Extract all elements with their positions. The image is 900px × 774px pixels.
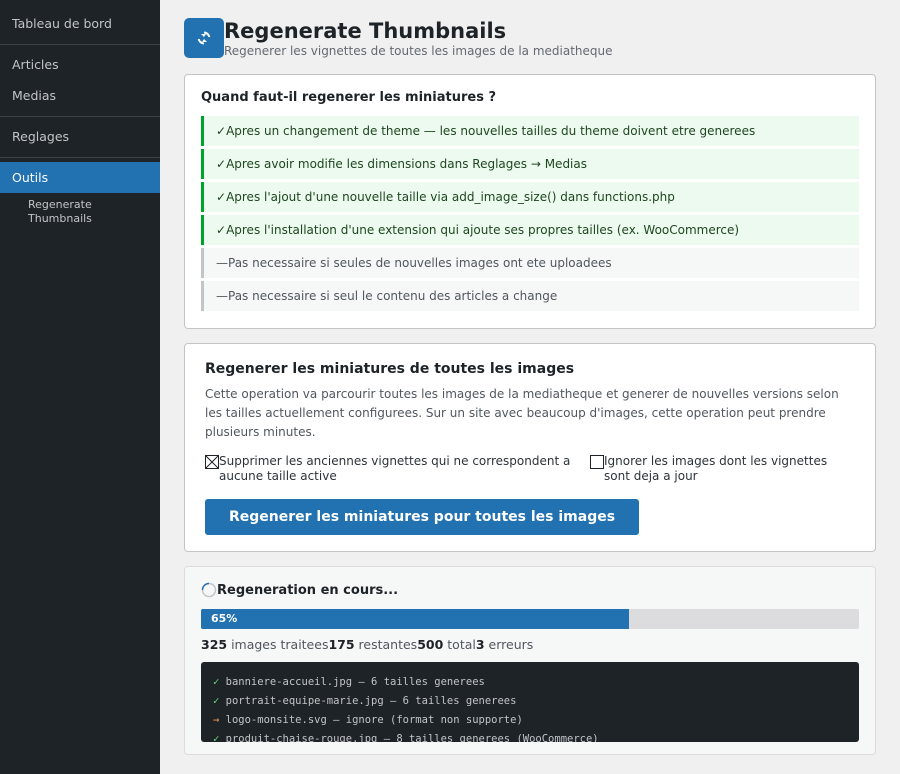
list-item: — Pas necessaire si seules de nouvelles i… <box>201 248 859 278</box>
remaining-count: 175 <box>328 637 355 652</box>
when-item-text: Apres avoir modifie les dimensions dans … <box>226 157 587 171</box>
sidebar-item-articles[interactable]: Articles <box>0 49 160 80</box>
when-item-text: Pas necessaire si seules de nouvelles im… <box>228 256 612 270</box>
total-label: total <box>443 637 476 652</box>
x-mark-icon <box>206 456 218 468</box>
regenerate-description: Cette operation va parcourir toutes les … <box>205 387 839 439</box>
sidebar-item-reglages[interactable]: Reglages <box>0 121 160 152</box>
when-item-text: Apres l'ajout d'une nouvelle taille via … <box>226 190 675 204</box>
error-count: 3 <box>475 637 485 652</box>
regenerate-all-button[interactable]: Regenerer les miniatures pour toutes les… <box>205 499 639 535</box>
progress-stats: 325 images traitees175 restantes500 tota… <box>201 637 859 653</box>
errors-label: erreurs <box>484 637 534 652</box>
list-item: ✓ Apres un changement de theme — les nouv… <box>201 116 859 146</box>
sidebar-separator <box>0 157 160 158</box>
progress-header: Regeneration en cours... <box>201 581 859 599</box>
sidebar-item-dashboard[interactable]: Tableau de bord <box>0 8 160 39</box>
log-text: portrait-equipe-marie.jpg — 6 tailles ge… <box>219 695 517 707</box>
log-line: → logo-monsite.svg — ignore (format non … <box>213 711 847 730</box>
page-header: Regenerate Thumbnails Regenerer les vign… <box>184 18 884 58</box>
sidebar-item-medias[interactable]: Medias <box>0 80 160 111</box>
progress-bar: 65% <box>201 609 859 629</box>
admin-sidebar: Tableau de bord Articles Medias Reglages… <box>0 0 160 774</box>
dash-icon: — <box>216 256 228 270</box>
dash-icon: — <box>216 289 228 303</box>
regenerate-card-title: Regenerer les miniatures de toutes les i… <box>205 361 575 377</box>
option-label: Ignorer les images dont les vignettes so… <box>604 454 828 483</box>
regeneration-log[interactable]: ✓ banniere-accueil.jpg — 6 tailles gener… <box>201 662 859 742</box>
main-content: Regenerate Thumbnails Regenerer les vign… <box>160 0 900 774</box>
sidebar-subitem-regenerate-thumbnails[interactable]: Regenerate Thumbnails <box>0 193 110 226</box>
list-item: ✓ Apres l'installation d'une extension qu… <box>201 215 859 245</box>
list-item: — Pas necessaire si seul le contenu des a… <box>201 281 859 311</box>
page-title: Regenerate Thumbnails <box>224 19 507 43</box>
page-subtitle: Regenerer les vignettes de toutes les im… <box>224 44 613 58</box>
processed-count: 325 <box>201 637 228 652</box>
regenerate-options: Supprimer les anciennes vignettes qui ne… <box>205 454 855 490</box>
check-icon: ✓ <box>216 124 227 138</box>
progress-bar-fill: 65% <box>201 609 629 629</box>
delete-old-checkbox[interactable] <box>205 455 219 469</box>
spinner-icon <box>201 582 217 598</box>
when-to-regenerate-card: Quand faut-il regenerer les miniatures ?… <box>184 74 876 329</box>
refresh-icon <box>184 18 224 58</box>
option-delete-old-thumbnails[interactable]: Supprimer les anciennes vignettes qui ne… <box>205 454 585 484</box>
when-item-text: Apres un changement de theme — les nouve… <box>226 124 756 138</box>
skip-existing-checkbox[interactable] <box>590 455 604 469</box>
check-icon: ✓ <box>216 190 227 204</box>
log-text: logo-monsite.svg — ignore (format non su… <box>219 714 523 726</box>
log-line: ✓ produit-chaise-rouge.jpg — 8 tailles g… <box>213 730 847 742</box>
processed-label: images traitees <box>227 637 329 652</box>
when-card-title: Quand faut-il regenerer les miniatures ? <box>201 90 497 105</box>
log-text: banniere-accueil.jpg — 6 tailles generee… <box>219 676 485 688</box>
progress-card: Regeneration en cours... 65% 325 images … <box>184 566 876 755</box>
sidebar-separator <box>0 44 160 45</box>
log-line: ✓ banniere-accueil.jpg — 6 tailles gener… <box>213 673 847 692</box>
log-line: ✓ portrait-equipe-marie.jpg — 6 tailles … <box>213 692 847 711</box>
sidebar-separator <box>0 116 160 117</box>
progress-title: Regeneration en cours... <box>217 582 399 598</box>
list-item: ✓ Apres avoir modifie les dimensions dans… <box>201 149 859 179</box>
check-icon: ✓ <box>216 223 227 237</box>
regenerate-all-card: Regenerer les miniatures de toutes les i… <box>184 343 876 552</box>
option-skip-up-to-date[interactable]: Ignorer les images dont les vignettes so… <box>590 454 850 484</box>
when-item-text: Apres l'installation d'une extension qui… <box>226 223 740 237</box>
remaining-label: restantes <box>354 637 418 652</box>
log-text: produit-chaise-rouge.jpg — 8 tailles gen… <box>219 733 599 742</box>
sidebar-item-outils[interactable]: Outils <box>0 162 160 193</box>
list-item: ✓ Apres l'ajout d'une nouvelle taille via… <box>201 182 859 212</box>
when-item-text: Pas necessaire si seul le contenu des ar… <box>228 289 558 303</box>
total-count: 500 <box>417 637 444 652</box>
when-list: ✓ Apres un changement de theme — les nouv… <box>201 116 859 311</box>
check-icon: ✓ <box>216 157 227 171</box>
option-label: Supprimer les anciennes vignettes qui ne… <box>219 454 571 483</box>
